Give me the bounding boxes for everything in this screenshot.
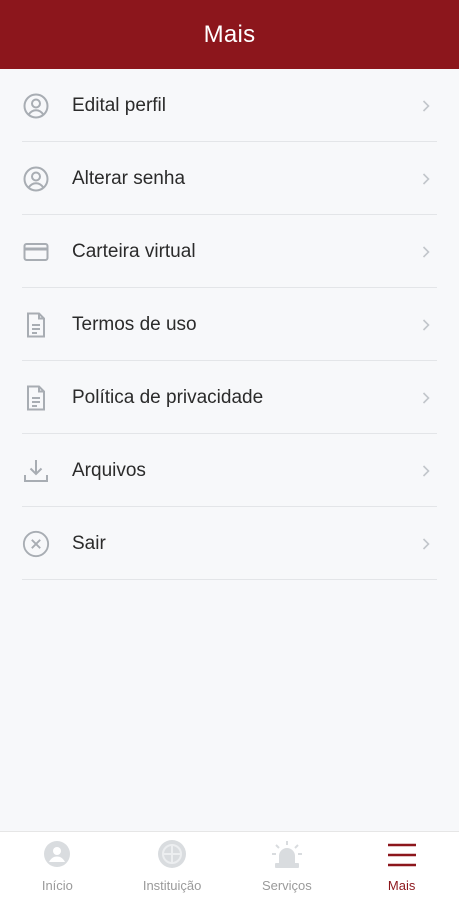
nav-item-more[interactable]: Mais	[344, 832, 459, 900]
menu-item-label: Edital perfil	[72, 94, 166, 116]
chevron-right-icon	[420, 99, 432, 113]
close-circle-icon	[22, 530, 50, 558]
menu-item-label: Termos de uso	[72, 313, 197, 335]
menu-icon	[385, 840, 419, 870]
chevron-right-icon	[420, 391, 432, 405]
institution-icon	[155, 840, 189, 870]
user-circle-icon	[22, 92, 50, 120]
chevron-right-icon	[420, 172, 432, 186]
nav-item-home[interactable]: Início	[0, 832, 115, 900]
chevron-right-icon	[420, 318, 432, 332]
bottom-navigation: Início Instituição Serviços Mais	[0, 831, 459, 900]
menu-item-label: Sair	[72, 532, 106, 554]
menu-item-edit-profile[interactable]: Edital perfil	[0, 69, 459, 142]
document-icon	[22, 384, 50, 412]
document-icon	[22, 311, 50, 339]
nav-item-services[interactable]: Serviços	[230, 832, 345, 900]
menu-item-privacy-policy[interactable]: Política de privacidade	[0, 361, 459, 434]
app-header: Mais	[0, 0, 459, 69]
menu-item-virtual-wallet[interactable]: Carteira virtual	[0, 215, 459, 288]
nav-item-institution[interactable]: Instituição	[115, 832, 230, 900]
menu-item-logout[interactable]: Sair	[0, 507, 459, 580]
menu-item-change-password[interactable]: Alterar senha	[0, 142, 459, 215]
menu-list: Edital perfil Alterar senha Carteira vir…	[0, 69, 459, 580]
menu-item-label: Arquivos	[72, 459, 146, 481]
nav-label: Início	[41, 878, 73, 893]
credit-card-icon	[22, 238, 50, 266]
services-icon	[270, 840, 304, 870]
chevron-right-icon	[420, 464, 432, 478]
chevron-right-icon	[420, 537, 432, 551]
menu-item-files[interactable]: Arquivos	[0, 434, 459, 507]
user-circle-icon	[22, 165, 50, 193]
chevron-right-icon	[420, 245, 432, 259]
nav-label: Mais	[387, 878, 416, 893]
menu-item-label: Carteira virtual	[72, 240, 196, 262]
nav-label: Serviços	[261, 878, 312, 893]
download-icon	[22, 457, 50, 485]
menu-item-terms-of-use[interactable]: Termos de uso	[0, 288, 459, 361]
menu-item-label: Alterar senha	[72, 167, 186, 189]
menu-item-label: Política de privacidade	[72, 386, 264, 408]
home-icon	[40, 840, 74, 870]
page-title: Mais	[203, 20, 256, 48]
nav-label: Instituição	[142, 878, 202, 893]
